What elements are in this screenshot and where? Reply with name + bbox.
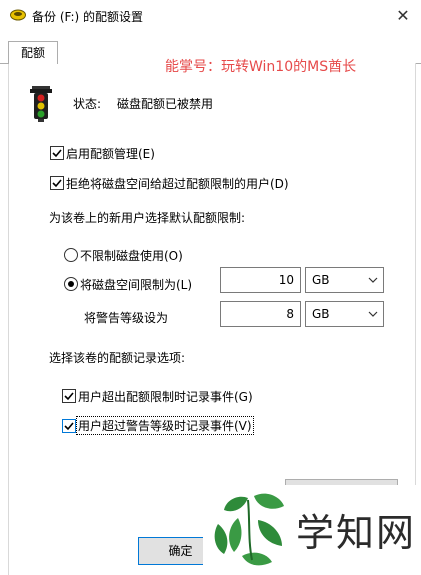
deny-space-checkbox[interactable] bbox=[50, 176, 64, 190]
drive-icon bbox=[10, 9, 26, 21]
tab-quota[interactable]: 配额 bbox=[8, 41, 58, 64]
logging-heading: 选择该卷的配额记录选项: bbox=[49, 351, 186, 365]
log-warning-checkbox[interactable] bbox=[62, 419, 76, 433]
leaf-logo-icon bbox=[208, 490, 292, 570]
log-limit-label[interactable]: 用户超出配额限制时记录事件(G) bbox=[78, 388, 253, 405]
no-limit-label[interactable]: 不限制磁盘使用(O) bbox=[80, 247, 183, 264]
window-title: 备份 (F:) 的配额设置 bbox=[32, 10, 144, 24]
log-warning-label[interactable]: 用户超过警告等级时记录事件(V) bbox=[76, 416, 254, 435]
warning-unit-select[interactable]: GB bbox=[305, 301, 384, 327]
warning-level-label: 将警告等级设为 bbox=[84, 311, 169, 325]
limit-value-input[interactable]: 10 bbox=[220, 267, 301, 293]
deny-space-label[interactable]: 拒绝将磁盘空间给超过配额限制的用户(D) bbox=[66, 175, 289, 192]
no-limit-radio[interactable] bbox=[64, 248, 78, 262]
log-limit-checkbox[interactable] bbox=[62, 389, 76, 403]
limit-unit-value: GB bbox=[312, 273, 330, 287]
chevron-down-icon bbox=[368, 277, 378, 283]
limit-unit-select[interactable]: GB bbox=[305, 267, 384, 293]
warning-value-input[interactable]: 8 bbox=[220, 301, 301, 327]
watermark-text: 能掌号：玩转Win10的MS酋长 bbox=[165, 59, 357, 75]
traffic-light-icon bbox=[30, 86, 52, 122]
enable-quota-checkbox[interactable] bbox=[50, 146, 64, 160]
enable-quota-label[interactable]: 启用配额管理(E) bbox=[66, 145, 155, 162]
logo-text: 学知网 bbox=[296, 511, 417, 555]
limit-disk-label[interactable]: 将磁盘空间限制为(L) bbox=[80, 276, 192, 293]
status-value: 磁盘配额已被禁用 bbox=[117, 97, 214, 111]
tab-divider bbox=[0, 63, 8, 64]
status-label: 状态: bbox=[73, 97, 102, 111]
limit-disk-radio[interactable] bbox=[64, 277, 78, 291]
chevron-down-icon bbox=[368, 311, 378, 317]
warning-unit-value: GB bbox=[312, 307, 330, 321]
default-limit-heading: 为该卷上的新用户选择默认配额限制: bbox=[49, 211, 246, 225]
close-button[interactable]: ✕ bbox=[388, 2, 418, 30]
